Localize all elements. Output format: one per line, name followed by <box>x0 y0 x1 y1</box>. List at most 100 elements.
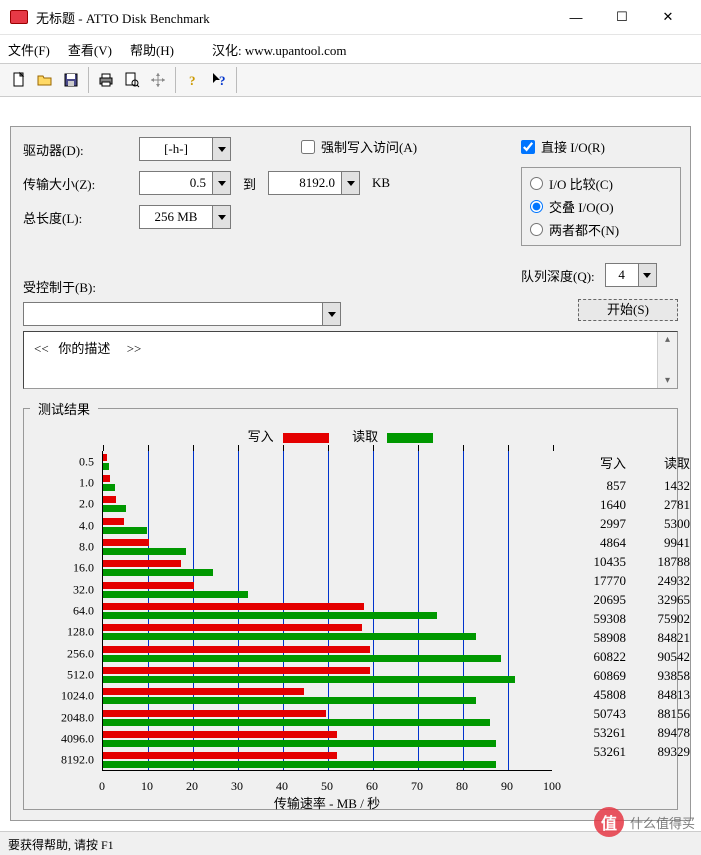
help-button[interactable]: ? <box>180 67 206 93</box>
io-neither-radio[interactable] <box>530 223 543 236</box>
bar-write <box>103 496 116 503</box>
chevron-down-icon <box>643 273 651 278</box>
scroll-down-icon[interactable]: ▾ <box>665 375 670 386</box>
controlled-label: 受控制于(B): <box>23 277 341 296</box>
queue-input[interactable] <box>606 267 638 283</box>
length-combo[interactable] <box>139 205 231 229</box>
open-button[interactable] <box>32 67 58 93</box>
xfer-unit: KB <box>372 175 390 191</box>
io-overlap-label: 交叠 I/O(O) <box>549 197 614 216</box>
cell-read: 89329 <box>632 744 690 760</box>
cell-write: 10435 <box>568 554 626 570</box>
y-tick-label: 1024.0 <box>30 689 94 704</box>
force-write-checkbox[interactable]: 强制写入访问(A) <box>301 137 417 156</box>
cell-write: 60822 <box>568 649 626 665</box>
bar-write <box>103 518 124 525</box>
y-tick-label: 8192.0 <box>30 753 94 768</box>
table-row: 5890884821 <box>560 628 690 647</box>
legend-write-label: 写入 <box>248 429 274 444</box>
io-overlap-radio[interactable] <box>530 200 543 213</box>
y-tick-label: 16.0 <box>30 561 94 576</box>
bar-read <box>103 505 126 512</box>
menu-file[interactable]: 文件(F) <box>8 40 50 59</box>
cell-write: 4864 <box>568 535 626 551</box>
queue-arrow[interactable] <box>638 264 656 286</box>
io-compare-radio[interactable] <box>530 177 543 190</box>
y-tick-label: 1.0 <box>30 476 94 491</box>
controlled-by: 受控制于(B): <box>23 277 341 326</box>
table-row: 6086993858 <box>560 666 690 685</box>
cell-write: 2997 <box>568 516 626 532</box>
xfer-from-input[interactable] <box>140 175 212 191</box>
print-preview-button[interactable] <box>119 67 145 93</box>
chart-legend: 写入 读取 <box>30 426 671 445</box>
print-preview-icon <box>123 71 141 89</box>
length-arrow[interactable] <box>212 206 230 228</box>
queue-combo[interactable] <box>605 263 657 287</box>
description-scrollbar[interactable]: ▴ ▾ <box>657 332 677 388</box>
bar-write <box>103 603 364 610</box>
drive-input[interactable] <box>140 141 212 157</box>
xfer-from-combo[interactable] <box>139 171 231 195</box>
xfer-to-combo[interactable] <box>268 171 360 195</box>
cell-read: 88156 <box>632 706 690 722</box>
xfer-from-arrow[interactable] <box>212 172 230 194</box>
minimize-button[interactable]: — <box>553 2 599 32</box>
x-tick-label: 80 <box>456 779 468 794</box>
to-label: 到 <box>243 174 256 193</box>
y-tick-label: 4096.0 <box>30 732 94 747</box>
y-tick-label: 0.5 <box>30 454 94 469</box>
cell-write: 20695 <box>568 592 626 608</box>
length-input[interactable] <box>140 209 212 225</box>
bar-read <box>103 527 147 534</box>
help-icon: ? <box>184 71 202 89</box>
cell-write: 17770 <box>568 573 626 589</box>
right-options: 强制写入访问(A) 直接 I/O(R) I/O 比较(C) 交叠 I/O(O) … <box>301 137 681 158</box>
menu-view[interactable]: 查看(V) <box>68 40 112 59</box>
controlled-input[interactable] <box>24 306 322 322</box>
xfer-label: 传输大小(Z): <box>23 174 139 193</box>
controlled-arrow[interactable] <box>322 303 340 325</box>
table-row: 2069532965 <box>560 590 690 609</box>
y-tick-label: 2.0 <box>30 497 94 512</box>
force-write-input[interactable] <box>301 140 315 154</box>
xfer-to-arrow[interactable] <box>341 172 359 194</box>
description-text[interactable]: << 你的描述 >> <box>24 332 657 388</box>
bar-write <box>103 752 337 759</box>
table-row: 5930875902 <box>560 609 690 628</box>
x-axis-labels: 0102030405060708090100 <box>102 775 552 793</box>
start-button[interactable]: 开始(S) <box>578 299 678 321</box>
xfer-to-input[interactable] <box>269 175 341 191</box>
force-write-label: 强制写入访问(A) <box>321 137 417 156</box>
bar-read <box>103 761 496 768</box>
new-button[interactable] <box>6 67 32 93</box>
x-tick-label: 70 <box>411 779 423 794</box>
legend-read-swatch <box>387 433 433 443</box>
cell-read: 24932 <box>632 573 690 589</box>
direct-io-input[interactable] <box>521 140 535 154</box>
cell-read: 93858 <box>632 668 690 684</box>
direct-io-checkbox[interactable]: 直接 I/O(R) <box>521 137 605 156</box>
cell-write: 1640 <box>568 497 626 513</box>
save-button[interactable] <box>58 67 84 93</box>
legend-write-swatch <box>283 433 329 443</box>
maximize-button[interactable]: ☐ <box>599 2 645 32</box>
table-row: 16402781 <box>560 495 690 514</box>
bar-write <box>103 710 326 717</box>
x-tick-label: 30 <box>231 779 243 794</box>
context-help-button[interactable]: ? <box>206 67 232 93</box>
drive-combo[interactable] <box>139 137 231 161</box>
move-button[interactable] <box>145 67 171 93</box>
x-tick-label: 40 <box>276 779 288 794</box>
controlled-combo[interactable] <box>23 302 341 326</box>
bar-read <box>103 548 186 555</box>
io-mode-group: I/O 比较(C) 交叠 I/O(O) 两者都不(N) <box>521 167 681 246</box>
cell-write: 53261 <box>568 725 626 741</box>
menu-help[interactable]: 帮助(H) <box>130 40 174 59</box>
scroll-up-icon[interactable]: ▴ <box>665 334 670 345</box>
chevron-down-icon <box>218 147 226 152</box>
drive-dropdown-arrow[interactable] <box>212 138 230 160</box>
print-button[interactable] <box>93 67 119 93</box>
close-button[interactable]: ✕ <box>645 2 691 32</box>
chevron-down-icon <box>347 181 355 186</box>
